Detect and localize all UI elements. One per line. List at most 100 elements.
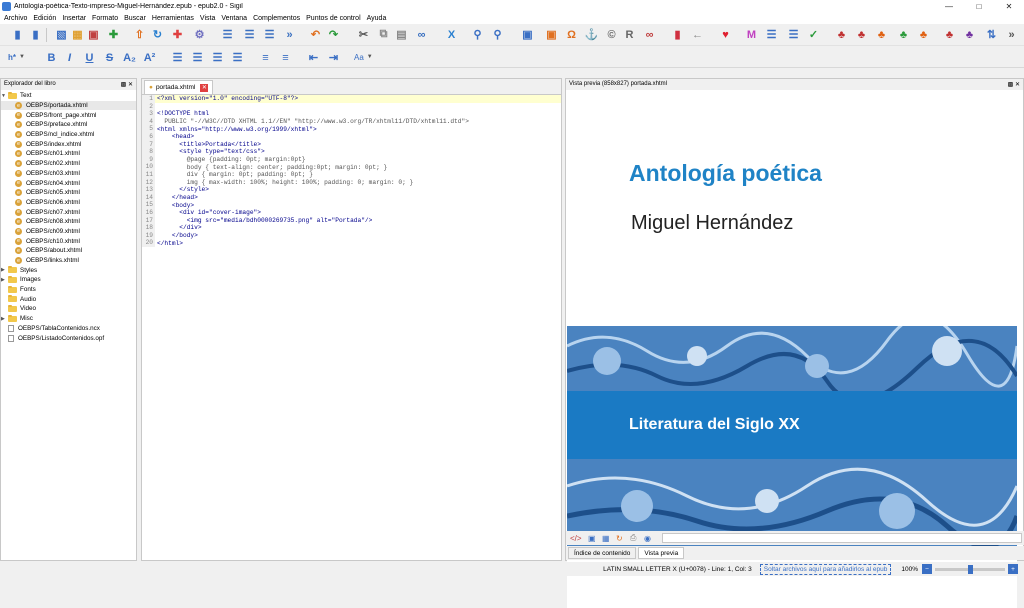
file-row[interactable]: e OEBPS/portada.xhtml [1, 100, 136, 111]
code-line[interactable]: 16 <div id="cover-image"> [142, 208, 561, 217]
copy-icon[interactable]: ⧉ [376, 27, 391, 42]
code-line[interactable]: 10 body { text-align: center; padding:0p… [142, 163, 561, 171]
drop-zone[interactable]: Soltar archivos aquí para añadirlos al e… [759, 563, 892, 575]
file-row[interactable]: e OEBPS/ch01.xhtml [1, 149, 136, 159]
code-line[interactable]: 11 div { margin: 0pt; padding: 0pt; } [142, 170, 561, 179]
zoom-slider-handle[interactable] [968, 564, 973, 574]
file-row[interactable]: e OEBPS/links.xhtml [1, 256, 136, 266]
code-line[interactable]: 17 <img src="media/bdh0000269735.png" al… [142, 216, 561, 225]
plugin-orange-icon[interactable]: ♣ [874, 27, 889, 42]
align-center-icon[interactable]: ☰ [190, 50, 205, 65]
underline-icon[interactable]: U [82, 50, 97, 65]
code-line[interactable]: 3 <!DOCTYPE html [142, 110, 561, 118]
chain-link-icon[interactable]: ∞ [642, 27, 657, 42]
plugin-red3-icon[interactable]: ♣ [942, 27, 957, 42]
list-check-icon[interactable]: ☰ [786, 27, 801, 42]
menu-formato[interactable]: Formato [92, 15, 118, 22]
code-line[interactable]: 7 <title>Portada</title> [142, 140, 561, 149]
menu-insertar[interactable]: Insertar [62, 15, 86, 22]
code-line[interactable]: 15 <body> [142, 201, 561, 209]
validate-icon[interactable]: ✓ [806, 27, 821, 42]
file-row[interactable]: e OEBPS/ncl_indice.xhtml [1, 130, 136, 140]
code-line[interactable]: 13 </style> [142, 186, 561, 194]
file-row[interactable]: e OEBPS/ch08.xhtml [1, 217, 136, 227]
panel-float-close-icon[interactable]: ▩ ✕ [1008, 81, 1020, 88]
code-line[interactable]: 5 <html xmlns="http://www.w3.org/1999/xht… [142, 125, 561, 133]
reload-icon[interactable]: ↻ [616, 534, 628, 543]
omega-icon[interactable]: Ω [564, 27, 579, 42]
insert-picture-icon[interactable]: ▣ [544, 27, 559, 42]
folder-text[interactable]: ▼ Text [1, 91, 136, 101]
menu-complementos[interactable]: Complementos [253, 15, 300, 22]
zoom-in-icon[interactable]: + [1008, 564, 1018, 574]
expand-arrow-icon[interactable]: ▶ [1, 277, 8, 283]
maximize-icon[interactable]: □ [964, 0, 994, 13]
menu-ayuda[interactable]: Ayuda [367, 15, 387, 22]
bold-icon[interactable]: B [44, 50, 59, 65]
file-row[interactable]: e OEBPS/ch07.xhtml [1, 207, 136, 217]
inspect-icon[interactable]: ▣ [588, 534, 600, 543]
copy-preview-icon[interactable]: ▦ [602, 534, 614, 543]
bookmark-icon[interactable]: ▮ [670, 27, 685, 42]
menu-archivo[interactable]: Archivo [4, 15, 27, 22]
preview-search-field[interactable] [662, 533, 1022, 543]
expand-arrow-icon[interactable]: ▶ [1, 316, 8, 322]
folder-misc[interactable]: ▶ Misc [1, 314, 136, 324]
paste-icon[interactable]: ▤ [394, 27, 409, 42]
save-icon[interactable]: ▣ [86, 27, 101, 42]
file-row[interactable]: e OEBPS/preface.xhtml [1, 120, 136, 130]
file-row[interactable]: e OEBPS/index.xhtml [1, 139, 136, 149]
tab-toc[interactable]: Índice de contenido [568, 547, 637, 559]
print-icon[interactable]: ⎙ [630, 533, 642, 543]
refresh-icon[interactable]: ↻ [150, 27, 165, 42]
menu-herramientas[interactable]: Herramientas [152, 15, 194, 22]
globe-icon[interactable]: ◉ [644, 534, 656, 543]
new-file-icon[interactable]: ▧ [54, 27, 69, 42]
italic-icon[interactable]: I [62, 50, 77, 65]
close-tab-icon[interactable]: ✕ [200, 83, 209, 92]
add-existing-icon[interactable]: ✚ [170, 27, 185, 42]
file-row[interactable]: e OEBPS/ch06.xhtml [1, 198, 136, 208]
file-row-ncx[interactable]: OEBPS/TablaContenidos.ncx [1, 324, 136, 334]
menu-ventana[interactable]: Ventana [221, 15, 247, 22]
file-row[interactable]: e OEBPS/ch02.xhtml [1, 159, 136, 169]
code-line[interactable]: 4 PUBLIC "-//W3C//DTD XHTML 1.1//EN" "ht… [142, 117, 561, 126]
sort-icon[interactable]: ⇅ [984, 27, 999, 42]
tab-preview[interactable]: Vista previa [638, 547, 685, 559]
file-row[interactable]: e OEBPS/ch10.xhtml [1, 236, 136, 246]
add-file-icon[interactable]: ✚ [106, 27, 121, 42]
bullet-list-icon[interactable]: ≡ [258, 50, 273, 65]
folder-styles[interactable]: ▶ Styles [1, 265, 136, 275]
open-folder-icon[interactable]: ▦ [70, 27, 85, 42]
strikethrough-icon[interactable]: S [102, 50, 117, 65]
split-icon[interactable]: ☰ [220, 27, 235, 42]
find-replace-icon[interactable]: ⚲ [490, 27, 505, 42]
minimize-icon[interactable]: — [934, 0, 964, 13]
align-justify-icon[interactable]: ☰ [230, 50, 245, 65]
case-dropdown[interactable]: Aa ▼ [354, 50, 378, 64]
code-line[interactable]: 18 </div> [142, 224, 561, 232]
redo-icon[interactable]: ↷ [326, 27, 341, 42]
play-icon[interactable]: » [282, 27, 297, 42]
code-line[interactable]: 1 <?xml version="1.0" encoding="UTF-8"?> [142, 95, 561, 103]
insert-image-icon[interactable]: ▣ [520, 27, 535, 42]
superscript-icon[interactable]: A² [142, 50, 157, 65]
plugin-red-icon[interactable]: ♣ [834, 27, 849, 42]
plugin-green-icon[interactable]: ♣ [896, 27, 911, 42]
code-line[interactable]: 20 </html> [142, 239, 561, 247]
clean-icon[interactable]: X [444, 27, 459, 42]
menu-buscar[interactable]: Buscar [124, 15, 146, 22]
folder-fonts[interactable]: Fonts [1, 285, 136, 295]
code-line[interactable]: 2 [142, 102, 561, 111]
link-icon[interactable]: ∞ [414, 27, 429, 42]
collapse-arrow-icon[interactable]: ▼ [1, 93, 8, 99]
merge-icon[interactable]: ☰ [262, 27, 277, 42]
epub3-icon[interactable]: ▮ [28, 27, 43, 42]
menu-puntos-de-control[interactable]: Puntos de control [306, 15, 360, 22]
insert-marker-icon[interactable]: ☰ [242, 27, 257, 42]
subscript-icon[interactable]: A₂ [122, 50, 137, 65]
epub2-icon[interactable]: ▮ [10, 27, 25, 42]
folder-audio[interactable]: Audio [1, 294, 136, 304]
decrease-indent-icon[interactable]: ⇤ [306, 50, 321, 65]
code-line[interactable]: 6 <head> [142, 132, 561, 141]
